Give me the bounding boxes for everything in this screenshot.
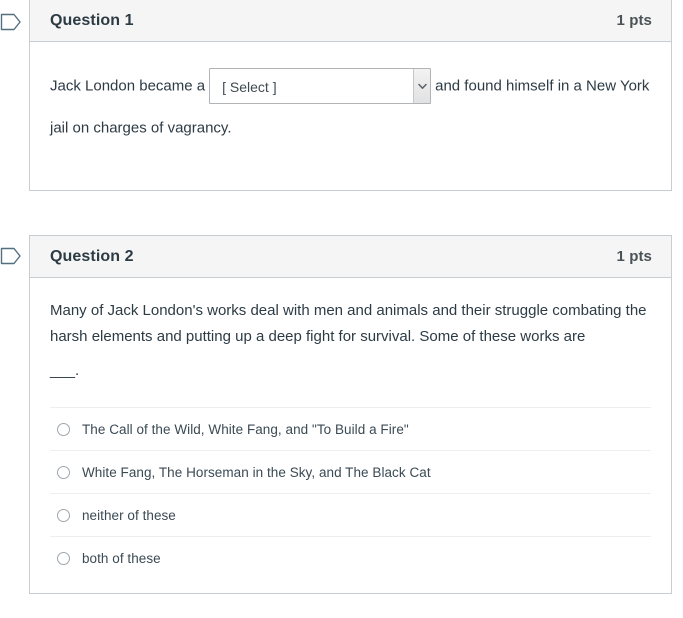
select-dropdown[interactable]: [ Select ]	[209, 68, 432, 105]
answer-option-label: White Fang, The Horseman in the Sky, and…	[82, 464, 431, 480]
question-2-prompt: Many of Jack London's works deal with me…	[50, 302, 647, 345]
answer-option-label: neither of these	[82, 507, 176, 523]
question-title: Question 2	[50, 247, 134, 265]
answer-option-row[interactable]: both of these	[50, 536, 651, 579]
select-value: [ Select ]	[222, 79, 277, 96]
answer-option-row[interactable]: White Fang, The Horseman in the Sky, and…	[50, 450, 651, 493]
flag-bookmark-icon-question-1[interactable]	[0, 12, 22, 32]
answer-option-label: The Call of the Wild, White Fang, and "T…	[82, 421, 409, 437]
prompt-text-before: Jack London became a	[50, 77, 206, 95]
question-1-prompt: Jack London became a[ Select ] and found …	[50, 65, 650, 148]
question-2-blank: ___.	[50, 362, 80, 379]
radio-button-icon[interactable]	[57, 508, 70, 522]
flag-bookmark-icon-question-2[interactable]	[0, 246, 22, 266]
question-title: Question 1	[50, 11, 134, 29]
radio-button-icon[interactable]	[57, 551, 70, 565]
question-card-2: Question 2 1 pts Many of Jack London's w…	[29, 235, 672, 594]
answer-option-row[interactable]: The Call of the Wild, White Fang, and "T…	[50, 407, 651, 450]
question-header-1: Question 1 1 pts	[30, 0, 671, 42]
question-points: 1 pts	[616, 248, 652, 265]
question-body-2: Many of Jack London's works deal with me…	[30, 278, 671, 599]
radio-button-icon[interactable]	[57, 422, 70, 436]
answer-options-list: The Call of the Wild, White Fang, and "T…	[50, 407, 651, 599]
radio-button-icon[interactable]	[57, 465, 70, 479]
question-body-1: Jack London became a[ Select ] and found …	[30, 42, 671, 171]
answer-option-row[interactable]: neither of these	[50, 493, 651, 536]
question-points: 1 pts	[616, 12, 652, 29]
question-header-2: Question 2 1 pts	[30, 236, 671, 278]
answer-option-label: both of these	[82, 550, 161, 566]
question-card-1: Question 1 1 pts Jack London became a [ S…	[29, 0, 672, 191]
chevron-down-icon[interactable]	[413, 69, 431, 104]
